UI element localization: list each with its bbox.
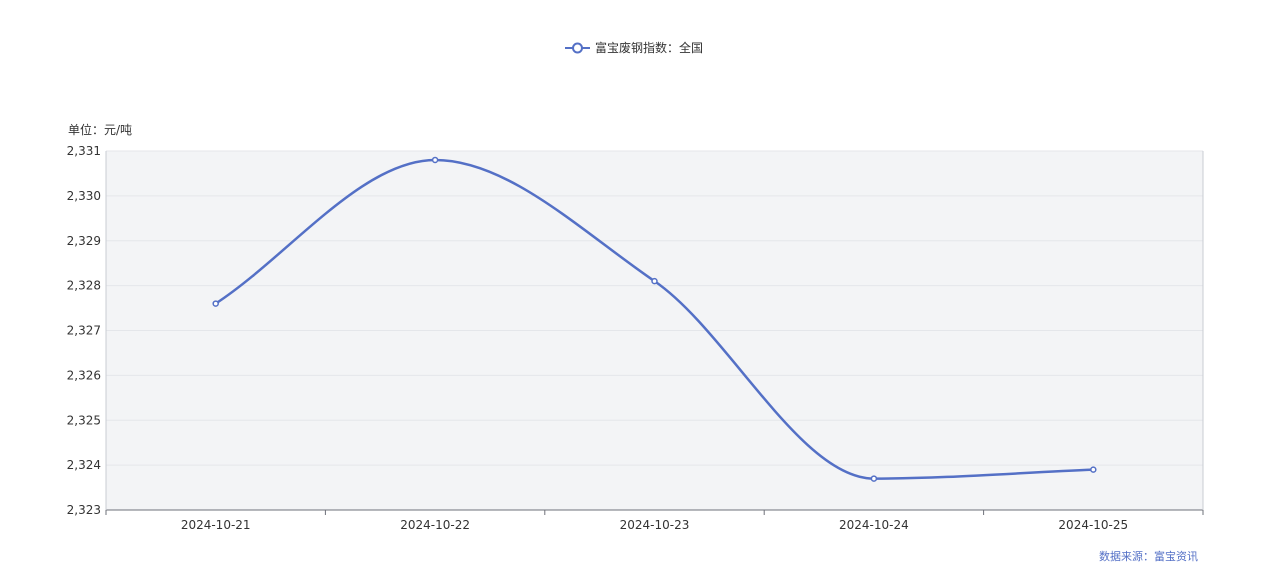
legend-marker-icon [572,42,583,54]
legend[interactable]: 富宝废钢指数：全国 [565,40,703,55]
y-tick-label: 2,330 [67,189,101,203]
data-source-label: 数据来源：富宝资讯 [1099,549,1198,563]
y-tick-label: 2,324 [67,458,101,472]
y-tick-label: 2,326 [67,368,101,382]
y-axis-unit-label: 单位：元/吨 [68,122,132,137]
data-point[interactable] [212,300,219,307]
y-tick-label: 2,325 [67,413,101,427]
x-tick-label: 2024-10-22 [400,518,470,532]
data-point[interactable] [431,156,439,164]
y-tick-label: 2,323 [67,503,101,517]
y-tick-label: 2,328 [67,279,101,293]
y-tick-label: 2,327 [67,324,101,338]
x-tick-label: 2024-10-25 [1058,518,1128,532]
data-point[interactable] [1090,466,1097,473]
legend-label: 富宝废钢指数：全国 [595,40,703,55]
x-tick-label: 2024-10-21 [181,518,251,532]
line-chart: 2,323 2,324 2,325 2,326 2,327 2,328 2,329 2,330… [67,40,1204,563]
x-tick-label: 2024-10-23 [620,518,690,532]
data-point[interactable] [651,277,658,285]
y-tick-label: 2,329 [67,234,101,248]
x-tick-label: 2024-10-24 [839,518,909,532]
y-tick-label: 2,331 [67,144,101,158]
chart-container: 2,323 2,324 2,325 2,326 2,327 2,328 2,329 2,330… [0,0,1280,569]
x-axis-ticks: 2024-10-21 2024-10-22 2024-10-23 2024-10-24… [105,510,1204,532]
data-point[interactable] [870,475,878,482]
y-axis-ticks: 2,323 2,324 2,325 2,326 2,327 2,328 2,329 2,330… [67,144,101,517]
